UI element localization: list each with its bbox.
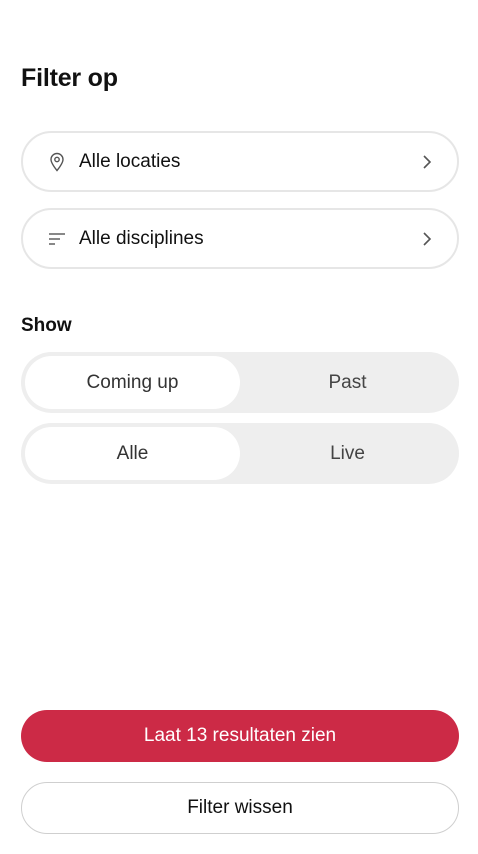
location-filter-row[interactable]: Alle locaties [21,131,459,192]
location-filter-label: Alle locaties [79,150,181,172]
time-toggle: Coming up Past [21,352,459,413]
type-toggle: Alle Live [21,423,459,484]
discipline-filter-row[interactable]: Alle disciplines [21,208,459,269]
list-filter-icon [47,229,67,249]
show-results-button[interactable]: Laat 13 resultaten zien [21,710,459,762]
coming-up-toggle-option[interactable]: Coming up [25,356,240,409]
clear-filter-button[interactable]: Filter wissen [21,782,459,834]
chevron-right-icon [419,231,435,247]
discipline-filter-label: Alle disciplines [79,227,204,249]
live-toggle-option[interactable]: Live [240,427,455,480]
filter-title: Filter op [21,64,118,92]
chevron-right-icon [419,154,435,170]
show-section-label: Show [21,315,72,336]
past-toggle-option[interactable]: Past [240,356,455,409]
location-pin-icon [47,152,67,172]
alle-toggle-option[interactable]: Alle [25,427,240,480]
